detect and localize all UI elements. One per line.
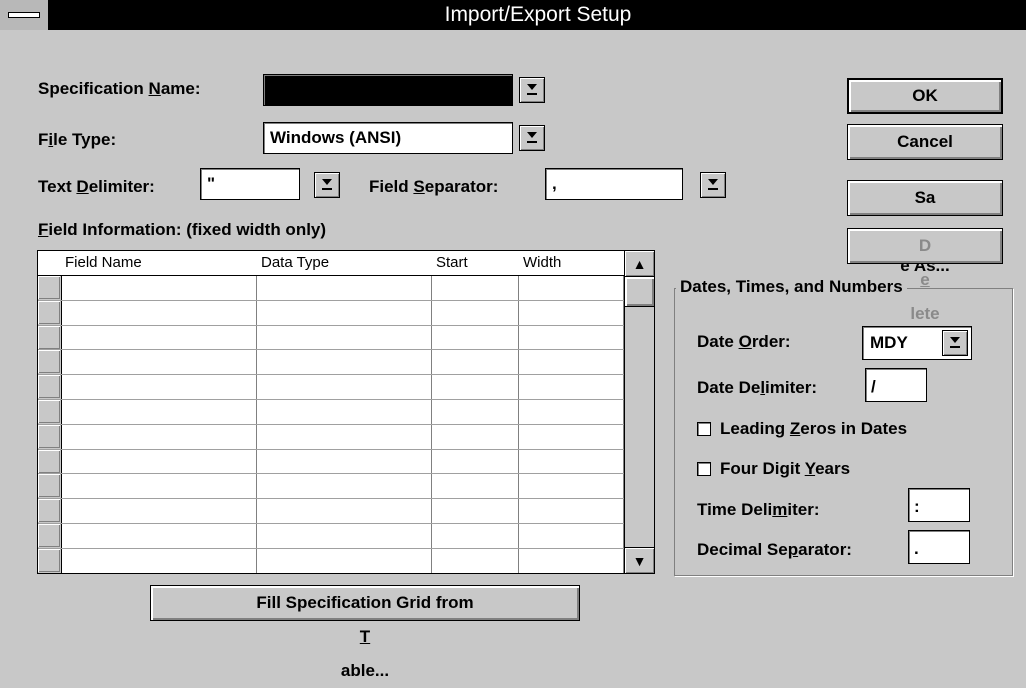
scroll-down-button[interactable]: ▼ [625, 547, 654, 573]
spec-name-input[interactable] [263, 74, 513, 106]
table-row [38, 547, 624, 549]
date-order-dropdown[interactable] [942, 330, 968, 356]
decimal-separator-input[interactable]: . [908, 530, 970, 564]
scroll-thumb[interactable] [625, 277, 654, 307]
file-type-dropdown[interactable] [519, 125, 545, 151]
row-selector[interactable] [38, 276, 60, 299]
chevron-down-icon [708, 179, 718, 190]
row-selector[interactable] [38, 499, 60, 522]
table-row [38, 423, 624, 425]
table-row [38, 324, 624, 326]
grid-header: Field Name Data Type Start Width [38, 251, 624, 276]
four-digit-years-checkbox[interactable] [697, 462, 711, 476]
date-delimiter-label: Date Delimiter: [697, 378, 818, 397]
chevron-down-icon [950, 337, 960, 348]
spec-name-label: Specification Name: [38, 79, 201, 98]
fill-spec-grid-label: Fill Specification Grid from Table... [256, 593, 474, 680]
time-delimiter-input[interactable]: : [908, 488, 970, 522]
cancel-button[interactable]: Cancel [847, 124, 1003, 160]
delete-button[interactable]: De lete [847, 228, 1003, 323]
arrow-down-icon: ▼ [632, 553, 647, 569]
field-information-label: Field Information: (fixed width only) [38, 220, 327, 239]
date-order-label: Date Order: [697, 332, 791, 351]
row-selector[interactable] [38, 474, 60, 497]
window-title: Import/Export Setup [444, 3, 632, 26]
table-row [38, 299, 624, 301]
time-delimiter-label: Time Delimiter: [697, 500, 820, 519]
date-delimiter-input[interactable]: / [865, 368, 927, 402]
leading-zeros-checkbox[interactable] [697, 422, 711, 436]
row-selector[interactable] [38, 549, 60, 572]
row-selector[interactable] [38, 450, 60, 473]
field-grid[interactable]: Field Name Data Type Start Width ▲ ▼ [37, 250, 655, 574]
decimal-separator-label: Decimal Separator: [697, 540, 852, 559]
table-row [38, 399, 624, 400]
table-row [38, 448, 624, 450]
field-separator-input[interactable]: , [545, 168, 683, 200]
system-menu-icon [8, 12, 40, 18]
ok-label: OK [912, 86, 938, 105]
leading-zeros-label: Leading Zeros in Dates [720, 419, 908, 438]
field-separator-dropdown[interactable] [700, 172, 726, 198]
chevron-down-icon [322, 179, 332, 190]
table-row [38, 349, 624, 351]
table-row [38, 374, 624, 376]
arrow-up-icon: ▲ [632, 256, 647, 272]
text-delimiter-label: Text Delimiter: [38, 177, 155, 196]
table-row [38, 523, 624, 524]
save-as-button[interactable]: Save As... [847, 180, 1003, 275]
text-delimiter-dropdown[interactable] [314, 172, 340, 198]
scroll-up-button[interactable]: ▲ [625, 251, 654, 277]
file-type-label: File Type: [38, 130, 117, 149]
grid-header-cell: Data Type [261, 254, 330, 271]
ok-button[interactable]: OK [847, 78, 1003, 114]
row-selector[interactable] [38, 350, 60, 373]
chevron-down-icon [527, 132, 537, 143]
table-row [38, 498, 624, 500]
grid-header-cell: Start [436, 254, 468, 271]
grid-scrollbar[interactable]: ▲ ▼ [624, 251, 654, 573]
row-selector[interactable] [38, 375, 60, 398]
table-row [38, 473, 624, 475]
cancel-label: Cancel [897, 132, 953, 151]
row-selector[interactable] [38, 400, 60, 423]
row-selector[interactable] [38, 425, 60, 448]
field-separator-label: Field Separator: [369, 177, 499, 196]
text-delimiter-input[interactable]: " [200, 168, 300, 200]
row-selector[interactable] [38, 301, 60, 324]
four-digit-years-label: Four Digit Years [720, 459, 851, 478]
fill-spec-grid-button[interactable]: Fill Specification Grid from Table... [150, 585, 580, 680]
row-selector[interactable] [38, 524, 60, 547]
grid-header-cell: Width [523, 254, 562, 271]
group-title: Dates, Times, and Numbers [676, 276, 907, 298]
chevron-down-icon [527, 84, 537, 95]
row-selector[interactable] [38, 326, 60, 349]
system-menu-button[interactable] [0, 0, 50, 30]
spec-name-dropdown[interactable] [519, 77, 545, 103]
grid-header-cell: Field Name [65, 254, 142, 271]
file-type-select[interactable]: Windows (ANSI) [263, 122, 513, 154]
